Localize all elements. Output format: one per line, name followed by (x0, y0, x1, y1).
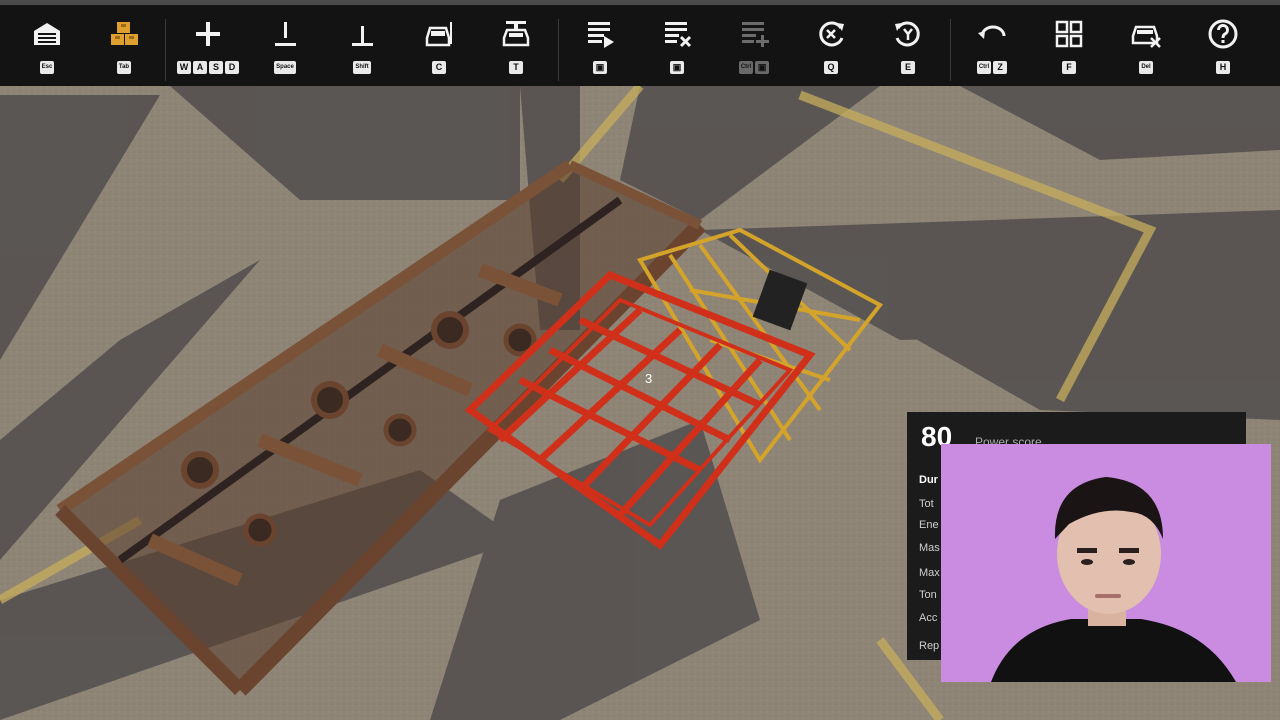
mouse-icon: ▣ (755, 61, 770, 74)
camera-down-icon (346, 18, 378, 50)
streamer-figure (941, 444, 1271, 682)
vehicle-view-button[interactable]: C (404, 5, 474, 86)
key-hint: E (901, 61, 915, 74)
vehicle-view-icon (423, 18, 455, 50)
camera-up-icon (269, 18, 301, 50)
key-hint: F (1062, 61, 1076, 74)
stat-row: Max (919, 567, 940, 579)
remove-part-button[interactable]: ▣ (642, 5, 712, 86)
boxes-icon (108, 18, 140, 50)
camera-down-button[interactable]: Shift (327, 5, 397, 86)
key-hint: Q (824, 61, 838, 74)
list-remove-icon (661, 18, 693, 50)
grid-button[interactable]: F (1034, 5, 1104, 86)
help-button[interactable]: H (1188, 5, 1258, 86)
mouse-left-icon: ▣ (593, 61, 607, 74)
key-hint: D (225, 61, 239, 74)
key-hint: Del (1139, 61, 1153, 74)
key-hint: S (209, 61, 223, 74)
test-drive-button[interactable]: T (481, 5, 551, 86)
rotate-left-icon (815, 18, 847, 50)
key-hint: Space (274, 61, 296, 74)
toolbar-divider (950, 19, 951, 81)
key-hint: Ctrl (738, 61, 754, 74)
stat-row: Mas (919, 542, 940, 554)
add-part-button[interactable]: ▣ (565, 5, 635, 86)
rotate-e-button[interactable]: E (873, 5, 943, 86)
toolbar-divider (558, 19, 559, 81)
key-hint: Z (993, 61, 1008, 74)
key-hint: T (509, 61, 523, 74)
grid-icon (1053, 18, 1085, 50)
key-hint: Tab (116, 61, 132, 74)
stat-row: Dur (919, 474, 938, 486)
undo-button[interactable]: Ctrl Z (957, 5, 1027, 86)
key-hint: A (193, 61, 207, 74)
key-hint: C (432, 61, 446, 74)
key-hint: Ctrl (976, 61, 992, 74)
stat-row: Tot (919, 498, 934, 510)
key-hint: H (1216, 61, 1230, 74)
list-copy-icon (738, 18, 770, 50)
part-count-label: 3 (645, 371, 652, 386)
build-toolbar: Esc Tab WASD Space Shift C T ▣ ▣ Ctrl ▣ … (0, 0, 1280, 86)
key-hint: Esc (39, 61, 55, 74)
stat-row: Rep (919, 640, 940, 652)
vehicle-delete-icon (1130, 18, 1162, 50)
rotate-right-icon (892, 18, 924, 50)
undo-icon (976, 18, 1008, 50)
stat-row: Ton (919, 589, 937, 601)
stat-row: Acc (919, 612, 938, 624)
webcam-overlay (941, 444, 1271, 682)
parts-button[interactable]: Tab (89, 5, 159, 86)
rotate-q-button[interactable]: Q (796, 5, 866, 86)
move-plus-icon (192, 18, 224, 50)
garage-icon (31, 18, 63, 50)
move-camera-button[interactable]: WASD (173, 5, 243, 86)
mouse-right-icon: ▣ (670, 61, 684, 74)
garage-button[interactable]: Esc (12, 5, 82, 86)
delete-vehicle-button[interactable]: Del (1111, 5, 1181, 86)
list-add-icon (584, 18, 616, 50)
stat-row: Ene (919, 519, 939, 531)
key-hint: Shift (353, 61, 371, 74)
test-drive-icon (500, 18, 532, 50)
help-icon (1207, 18, 1239, 50)
camera-up-button[interactable]: Space (250, 5, 320, 86)
toolbar-divider (165, 19, 166, 81)
copy-part-button[interactable]: Ctrl ▣ (719, 5, 789, 86)
key-hint: W (177, 61, 191, 74)
